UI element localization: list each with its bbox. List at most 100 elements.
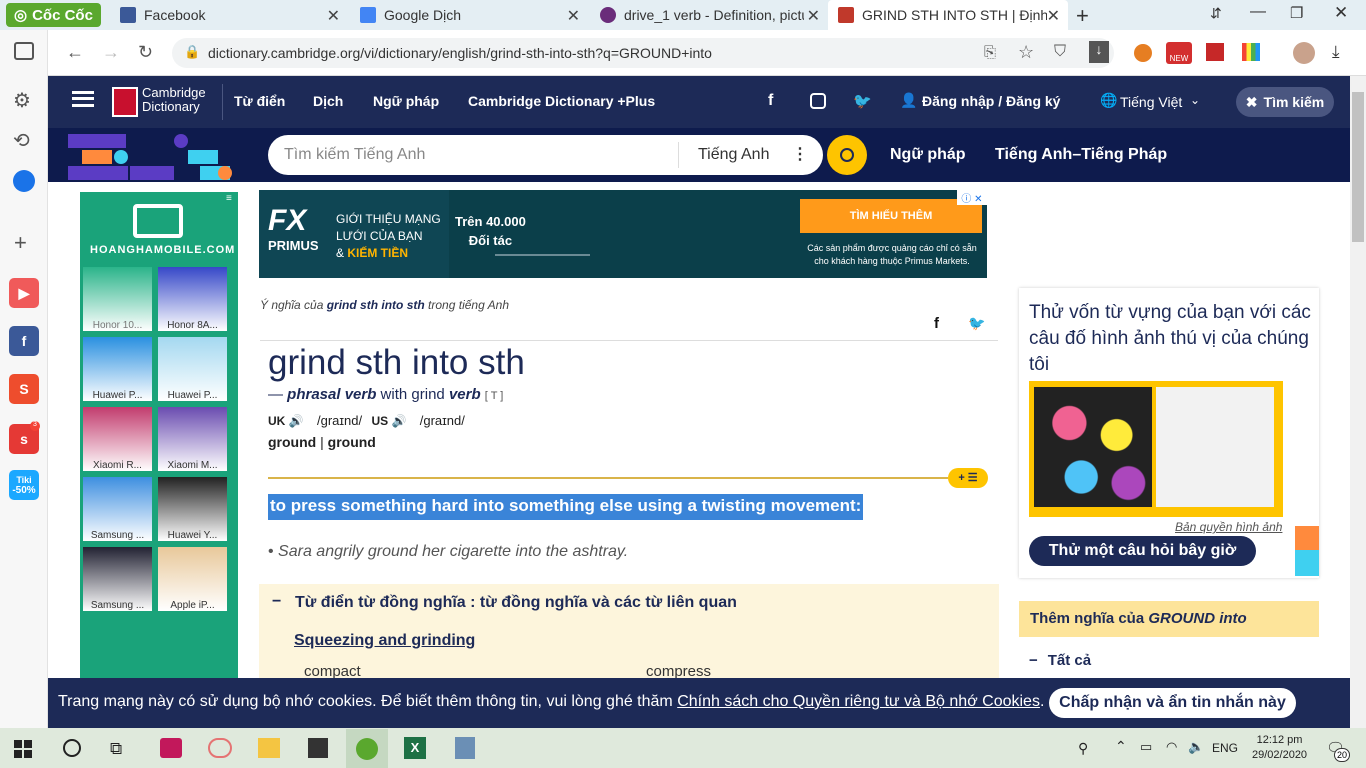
close-tab-icon[interactable]: ✕ bbox=[1047, 6, 1060, 26]
extension-red-icon[interactable] bbox=[1206, 43, 1224, 61]
link-grammar[interactable]: Ngữ pháp bbox=[890, 146, 966, 164]
tiki-icon[interactable]: Tiki -50% bbox=[9, 470, 39, 500]
ad-phone[interactable]: Honor 8A... bbox=[155, 264, 230, 334]
cambridge-shield-logo-icon[interactable] bbox=[112, 87, 138, 117]
link-english-french[interactable]: Tiếng Anh–Tiếng Pháp bbox=[995, 146, 1167, 164]
ad-phone[interactable]: Huawei Y... bbox=[155, 474, 230, 544]
share-facebook-icon[interactable]: f bbox=[934, 315, 939, 332]
minimize-button[interactable]: — bbox=[1250, 3, 1266, 21]
bookmark-star-icon[interactable]: ☆ bbox=[1018, 42, 1034, 63]
tab-menu-icon[interactable]: ⇵ bbox=[1210, 5, 1222, 22]
ad-choices-icon[interactable]: ⓘ ✕ bbox=[957, 190, 987, 205]
sticky-app-icon[interactable] bbox=[308, 738, 328, 758]
cortana-search-icon[interactable] bbox=[63, 739, 81, 757]
banner-cta-button[interactable]: TÌM HIỂU THÊM bbox=[800, 199, 982, 233]
ad-phone[interactable]: Honor 10... bbox=[80, 264, 155, 334]
uk-audio-icon[interactable]: 🔊 bbox=[289, 414, 304, 428]
cookie-policy-link[interactable]: Chính sách cho Quyền riêng tư và Bộ nhớ … bbox=[677, 693, 1040, 710]
nav-plus[interactable]: Cambridge Dictionary +Plus bbox=[468, 93, 655, 109]
ad-phone[interactable]: Huawei P... bbox=[155, 334, 230, 404]
extension-new-icon[interactable]: NEW bbox=[1166, 42, 1192, 64]
shopee-icon[interactable]: S bbox=[9, 374, 39, 404]
ad-phone[interactable]: Huawei P... bbox=[80, 334, 155, 404]
extension-colorful-icon[interactable] bbox=[1242, 43, 1260, 61]
input-language[interactable]: ENG bbox=[1212, 741, 1238, 755]
clock[interactable]: 12:12 pm 29/02/2020 bbox=[1252, 733, 1307, 763]
excel-icon[interactable]: X bbox=[404, 737, 426, 759]
instagram-icon[interactable] bbox=[810, 93, 826, 109]
more-options-icon[interactable]: ⋮ bbox=[792, 144, 808, 164]
history-icon[interactable]: ⟲ bbox=[13, 128, 30, 153]
battery-icon[interactable]: ▭ bbox=[1140, 739, 1152, 755]
downloads-icon[interactable]: ⤓ bbox=[1332, 42, 1340, 62]
add-to-list-button[interactable]: + ☰ bbox=[948, 468, 988, 488]
scrollbar-thumb[interactable] bbox=[1352, 92, 1364, 242]
coccoc-menu-button[interactable]: ◎ Cốc Cốc bbox=[6, 3, 101, 27]
people-icon[interactable]: ⚲ bbox=[1078, 740, 1088, 757]
ad-phone[interactable]: Apple iP... bbox=[155, 544, 230, 614]
back-button[interactable]: ← bbox=[66, 42, 84, 63]
ad-menu-icon[interactable]: ≡ bbox=[226, 193, 232, 204]
profile-avatar[interactable] bbox=[1293, 42, 1315, 64]
reload-button[interactable]: ↻ bbox=[138, 42, 153, 63]
url-text[interactable]: dictionary.cambridge.org/vi/dictionary/e… bbox=[208, 45, 712, 61]
twitter-icon[interactable]: 🐦 bbox=[853, 92, 872, 110]
tab-drive-verb[interactable]: drive_1 verb - Definition, pictu ✕ bbox=[590, 0, 828, 30]
quiz-image-sewing-machine[interactable] bbox=[1156, 387, 1274, 507]
login-link[interactable]: Đăng nhập / Đăng ký bbox=[922, 93, 1060, 109]
forward-button[interactable]: → bbox=[102, 42, 120, 63]
nav-grammar[interactable]: Ngữ pháp bbox=[373, 93, 439, 109]
show-hidden-icons-icon[interactable]: ⌃ bbox=[1115, 738, 1127, 755]
extension-coccoc-icon[interactable] bbox=[1134, 44, 1152, 62]
taskbar-app-icon[interactable] bbox=[160, 738, 182, 758]
facebook-icon[interactable]: f bbox=[768, 92, 773, 110]
cookie-accept-button[interactable]: Chấp nhận và ẩn tin nhắn này bbox=[1049, 688, 1296, 718]
site-logo[interactable]: Cambridge Dictionary bbox=[142, 86, 206, 114]
taskbar-app-icon[interactable] bbox=[455, 737, 475, 759]
messenger-icon[interactable] bbox=[13, 170, 35, 192]
youtube-icon[interactable]: ▶ bbox=[9, 278, 39, 308]
maximize-button[interactable]: ❐ bbox=[1290, 4, 1303, 22]
facebook-sidebar-icon[interactable]: f bbox=[9, 326, 39, 356]
paint-app-icon[interactable] bbox=[208, 738, 232, 758]
thesaurus-group-link[interactable]: Squeezing and grinding bbox=[294, 632, 475, 650]
add-sidebar-app-icon[interactable]: + bbox=[14, 230, 27, 256]
close-tab-icon[interactable]: ✕ bbox=[807, 6, 820, 26]
quiz-start-button[interactable]: Thử một câu hỏi bây giờ bbox=[1029, 536, 1256, 566]
ad-phone[interactable]: Samsung ... bbox=[80, 544, 155, 614]
coccoc-taskbar-active[interactable] bbox=[346, 729, 388, 768]
settings-gear-icon[interactable]: ⚙ bbox=[13, 88, 31, 113]
windows-start-icon[interactable] bbox=[14, 740, 32, 758]
close-window-button[interactable]: ✕ bbox=[1334, 3, 1348, 23]
shield-icon[interactable]: ⛉ bbox=[1054, 43, 1066, 61]
search-toggle-button[interactable]: ✖ Tìm kiếm bbox=[1236, 87, 1334, 117]
lock-icon[interactable]: 🔒 bbox=[184, 44, 200, 60]
tab-google-translate[interactable]: Google Dịch ✕ bbox=[350, 0, 588, 30]
close-tab-icon[interactable]: ✕ bbox=[567, 6, 580, 26]
all-meanings-toggle[interactable]: − Tất cả bbox=[1029, 652, 1091, 669]
nav-translate[interactable]: Dịch bbox=[313, 93, 343, 109]
image-copyright-link[interactable]: Bản quyền hình ảnh bbox=[1175, 520, 1282, 534]
hamburger-menu-icon[interactable] bbox=[72, 91, 94, 107]
file-explorer-icon[interactable] bbox=[258, 738, 280, 758]
volume-icon[interactable]: 🔈 bbox=[1188, 739, 1204, 755]
ad-phone[interactable]: Xiaomi R... bbox=[80, 404, 155, 474]
task-view-icon[interactable]: ⧉ bbox=[110, 739, 122, 759]
search-language-select[interactable]: Tiếng Anh bbox=[698, 146, 769, 164]
share-twitter-icon[interactable]: 🐦 bbox=[968, 315, 985, 332]
collapse-icon[interactable]: − bbox=[272, 593, 281, 611]
new-tab-button[interactable]: + bbox=[1076, 3, 1089, 29]
ad-phone[interactable]: Xiaomi M... bbox=[155, 404, 230, 474]
download-video-icon[interactable]: ↓ bbox=[1089, 41, 1109, 63]
tab-facebook[interactable]: Facebook ✕ bbox=[110, 0, 348, 30]
translate-page-icon[interactable]: ⎘ bbox=[984, 44, 996, 61]
chevron-down-icon[interactable]: ⌄ bbox=[1190, 93, 1200, 107]
sidebar-toggle-icon[interactable] bbox=[14, 42, 34, 60]
tab-cambridge-active[interactable]: GRIND STH INTO STH | Định n ✕ bbox=[828, 0, 1068, 30]
us-audio-icon[interactable]: 🔊 bbox=[391, 414, 406, 428]
thesaurus-title[interactable]: Từ điển từ đồng nghĩa : từ đồng nghĩa và… bbox=[295, 594, 737, 612]
close-tab-icon[interactable]: ✕ bbox=[327, 6, 340, 26]
language-select[interactable]: Tiếng Việt bbox=[1120, 94, 1182, 110]
quiz-image-paints[interactable] bbox=[1034, 387, 1152, 507]
nav-dictionary[interactable]: Từ điển bbox=[234, 93, 285, 109]
